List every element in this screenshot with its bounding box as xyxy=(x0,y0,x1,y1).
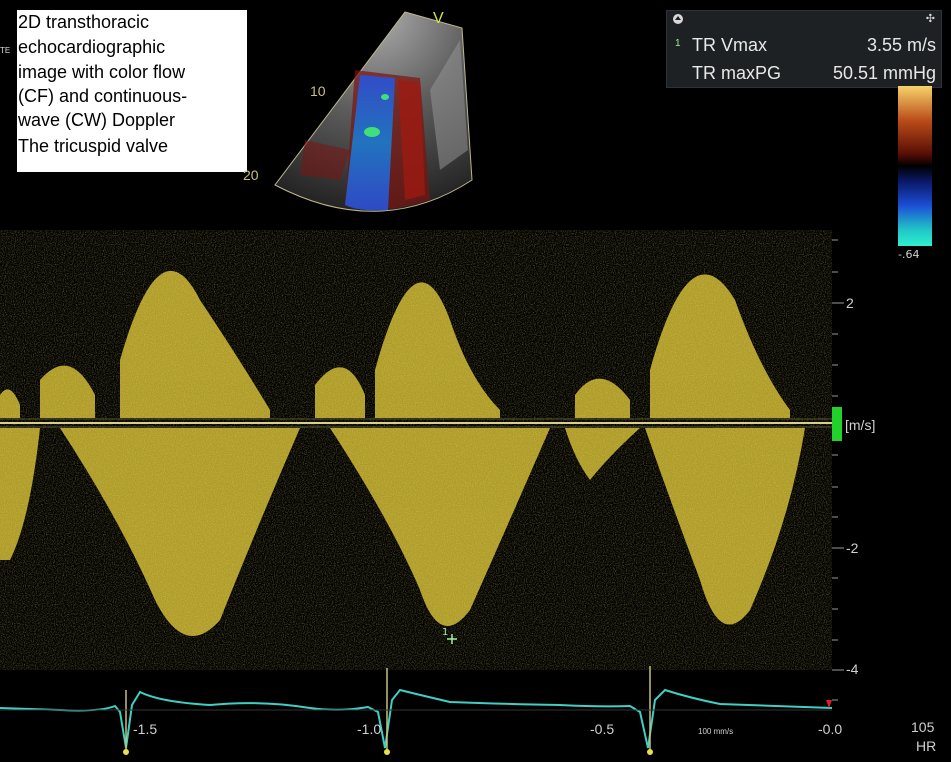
measurement-row-tr-maxpg: TR maxPG 50.51 mmHg xyxy=(667,59,941,87)
heart-rate-value: 105 xyxy=(911,719,935,735)
measurement-panel: ✣ 1 TR Vmax 3.55 m/s TR maxPG 50.51 mmHg xyxy=(666,10,942,88)
sweep-speed: 100 mm/s xyxy=(698,727,734,736)
velocity-tick-neg4: -4 xyxy=(846,661,859,677)
measurement-value: 3.55 m/s xyxy=(866,35,936,55)
caption-line: image with color flow xyxy=(18,62,186,82)
time-tick: -1.0 xyxy=(357,721,382,737)
cf-sector-image xyxy=(274,11,473,212)
measurement-name: TR maxPG xyxy=(692,63,782,83)
depth-label-10: 10 xyxy=(310,83,326,99)
caption-line: (CF) and continuous- xyxy=(18,86,188,106)
measurement-name: TR Vmax xyxy=(692,35,768,55)
caption-line: 2D transthoracic xyxy=(18,12,150,32)
ecg-r-markers xyxy=(125,666,651,750)
time-tick: -0.0 xyxy=(818,721,843,737)
caption-line: The tricuspid valve xyxy=(18,136,169,156)
view-marker: V xyxy=(433,10,444,27)
time-tick: -1.5 xyxy=(133,721,158,737)
caption-box: 2D transthoracic echocardiographic image… xyxy=(17,10,247,172)
cw-doppler-spectrum xyxy=(0,230,832,670)
caption-line: echocardiographic xyxy=(18,37,166,57)
ecg-trace xyxy=(0,688,833,749)
move-icon[interactable]: ✣ xyxy=(926,12,935,25)
color-scale-low-label: -.64 xyxy=(898,248,920,261)
measurement-row-tr-vmax: 1 TR Vmax 3.55 m/s xyxy=(667,31,941,59)
velocity-unit: [m/s] xyxy=(845,417,876,433)
velocity-tick-neg2: -2 xyxy=(846,540,859,556)
depth-label-20: 20 xyxy=(243,167,259,183)
cursor-index: 1 xyxy=(442,627,449,638)
heart-rate-label: HR xyxy=(916,738,937,754)
velocity-tick-2: 2 xyxy=(846,295,854,311)
measurement-index: 1 xyxy=(675,38,681,49)
caption-line: wave (CW) Doppler xyxy=(18,110,176,130)
collapse-icon[interactable] xyxy=(673,14,683,24)
time-tick: -0.5 xyxy=(590,721,615,737)
zero-marker xyxy=(832,407,842,441)
measurement-value: 50.51 mmHg xyxy=(832,63,936,83)
side-tag: TE xyxy=(0,46,11,55)
velocity-axis-dashes xyxy=(832,239,844,701)
color-velocity-bar xyxy=(898,86,932,246)
